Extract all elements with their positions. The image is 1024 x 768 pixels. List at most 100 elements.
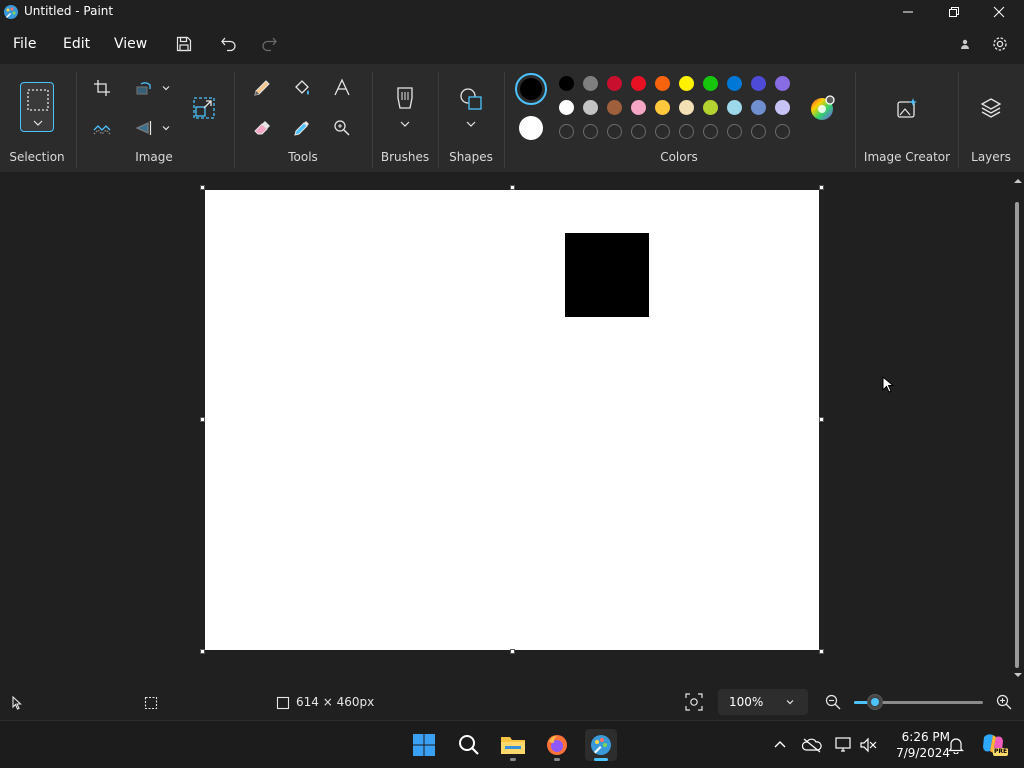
scroll-down-arrow-icon[interactable] [1012, 670, 1024, 680]
save-button[interactable] [170, 30, 198, 58]
brushes-button[interactable] [390, 84, 420, 134]
primary-color-button[interactable] [515, 73, 547, 105]
custom-color-slot[interactable] [679, 124, 694, 139]
minimize-button[interactable] [885, 0, 931, 24]
pencil-button[interactable] [248, 74, 276, 102]
palette-color-swatch[interactable] [631, 76, 646, 91]
custom-color-slot[interactable] [751, 124, 766, 139]
crop-button[interactable] [88, 74, 116, 102]
palette-color-swatch[interactable] [679, 100, 694, 115]
group-label-shapes: Shapes [449, 150, 493, 164]
custom-color-slot[interactable] [727, 124, 742, 139]
shapes-button[interactable] [456, 84, 486, 134]
paint-taskbar-button[interactable] [585, 729, 617, 761]
menu-view[interactable]: View [114, 36, 147, 52]
fit-to-window-button[interactable] [684, 692, 704, 712]
file-explorer-button[interactable] [497, 729, 529, 761]
rotate-button[interactable] [130, 74, 158, 102]
zoom-slider-thumb[interactable] [867, 694, 883, 710]
scrollbar-thumb[interactable] [1015, 202, 1019, 668]
custom-color-slot[interactable] [703, 124, 718, 139]
system-clock[interactable]: 6:26 PM 7/9/2024 [886, 729, 950, 761]
color-picker-button[interactable] [288, 114, 316, 142]
palette-color-swatch[interactable] [607, 76, 622, 91]
resize-handle[interactable] [510, 185, 515, 190]
onedrive-button[interactable] [802, 735, 822, 755]
custom-color-slot[interactable] [655, 124, 670, 139]
drawn-black-square[interactable] [565, 233, 649, 317]
resize-handle[interactable] [819, 185, 824, 190]
menu-edit[interactable]: Edit [63, 36, 90, 52]
drawing-canvas[interactable] [205, 190, 819, 650]
zoom-in-button[interactable] [996, 694, 1012, 710]
settings-button[interactable] [986, 30, 1014, 58]
custom-color-slot[interactable] [583, 124, 598, 139]
custom-color-slot[interactable] [631, 124, 646, 139]
palette-color-swatch[interactable] [775, 76, 790, 91]
undo-icon [221, 37, 236, 52]
custom-color-slot[interactable] [607, 124, 622, 139]
copilot-button[interactable]: PRE [980, 731, 1009, 757]
palette-color-swatch[interactable] [559, 76, 574, 91]
flip-dropdown-button[interactable] [160, 122, 172, 134]
resize-handle[interactable] [819, 649, 824, 654]
palette-color-swatch[interactable] [583, 76, 598, 91]
group-label-layers: Layers [971, 150, 1011, 164]
palette-color-swatch[interactable] [607, 100, 622, 115]
palette-color-swatch[interactable] [559, 100, 574, 115]
resize-button[interactable] [190, 94, 218, 122]
redo-button[interactable] [255, 30, 283, 58]
palette-color-swatch[interactable] [655, 100, 670, 115]
selection-tool-button[interactable] [20, 82, 54, 132]
resize-handle[interactable] [200, 185, 205, 190]
secondary-color-button[interactable] [519, 116, 543, 140]
close-button[interactable] [976, 0, 1022, 24]
palette-color-swatch[interactable] [703, 76, 718, 91]
firefox-button[interactable] [541, 729, 573, 761]
palette-color-swatch[interactable] [703, 100, 718, 115]
vertical-scrollbar[interactable] [1012, 176, 1024, 684]
palette-color-swatch[interactable] [727, 76, 742, 91]
start-button[interactable] [408, 729, 440, 761]
palette-color-swatch[interactable] [679, 76, 694, 91]
custom-color-slot[interactable] [775, 124, 790, 139]
scroll-up-arrow-icon[interactable] [1012, 176, 1024, 186]
image-creator-button[interactable] [893, 94, 921, 122]
menu-file[interactable]: File [13, 36, 36, 52]
layers-button[interactable] [977, 94, 1005, 122]
palette-color-swatch[interactable] [775, 100, 790, 115]
ribbon-divider [504, 72, 505, 168]
zoom-out-button[interactable] [825, 694, 841, 710]
resize-handle[interactable] [200, 417, 205, 422]
account-button[interactable] [951, 30, 979, 58]
resize-handle[interactable] [200, 649, 205, 654]
volume-button[interactable] [858, 735, 878, 755]
taskbar-search-button[interactable] [453, 729, 485, 761]
palette-color-swatch[interactable] [655, 76, 670, 91]
fill-button[interactable] [288, 74, 316, 102]
custom-color-slot[interactable] [559, 124, 574, 139]
notifications-button[interactable] [946, 735, 966, 755]
resize-handle[interactable] [819, 417, 824, 422]
flip-button[interactable] [130, 114, 158, 142]
palette-color-swatch[interactable] [583, 100, 598, 115]
remove-background-button[interactable] [88, 114, 116, 142]
palette-color-swatch[interactable] [727, 100, 742, 115]
edit-colors-button[interactable] [808, 94, 836, 122]
undo-button[interactable] [215, 30, 243, 58]
zoom-level-dropdown[interactable]: 100% [718, 689, 808, 715]
show-hidden-icons-button[interactable] [770, 735, 790, 755]
text-button[interactable] [328, 74, 356, 102]
magnifier-button[interactable] [328, 114, 356, 142]
text-icon [334, 78, 350, 96]
canvas-size-label: 614 × 460px [296, 695, 375, 709]
restore-button[interactable] [931, 0, 977, 24]
title-bar: Untitled - Paint [0, 0, 1024, 24]
palette-color-swatch[interactable] [751, 100, 766, 115]
palette-color-swatch[interactable] [751, 76, 766, 91]
rotate-dropdown-button[interactable] [160, 82, 172, 94]
resize-handle[interactable] [510, 649, 515, 654]
palette-color-swatch[interactable] [631, 100, 646, 115]
network-button[interactable] [834, 735, 854, 755]
eraser-button[interactable] [248, 114, 276, 142]
